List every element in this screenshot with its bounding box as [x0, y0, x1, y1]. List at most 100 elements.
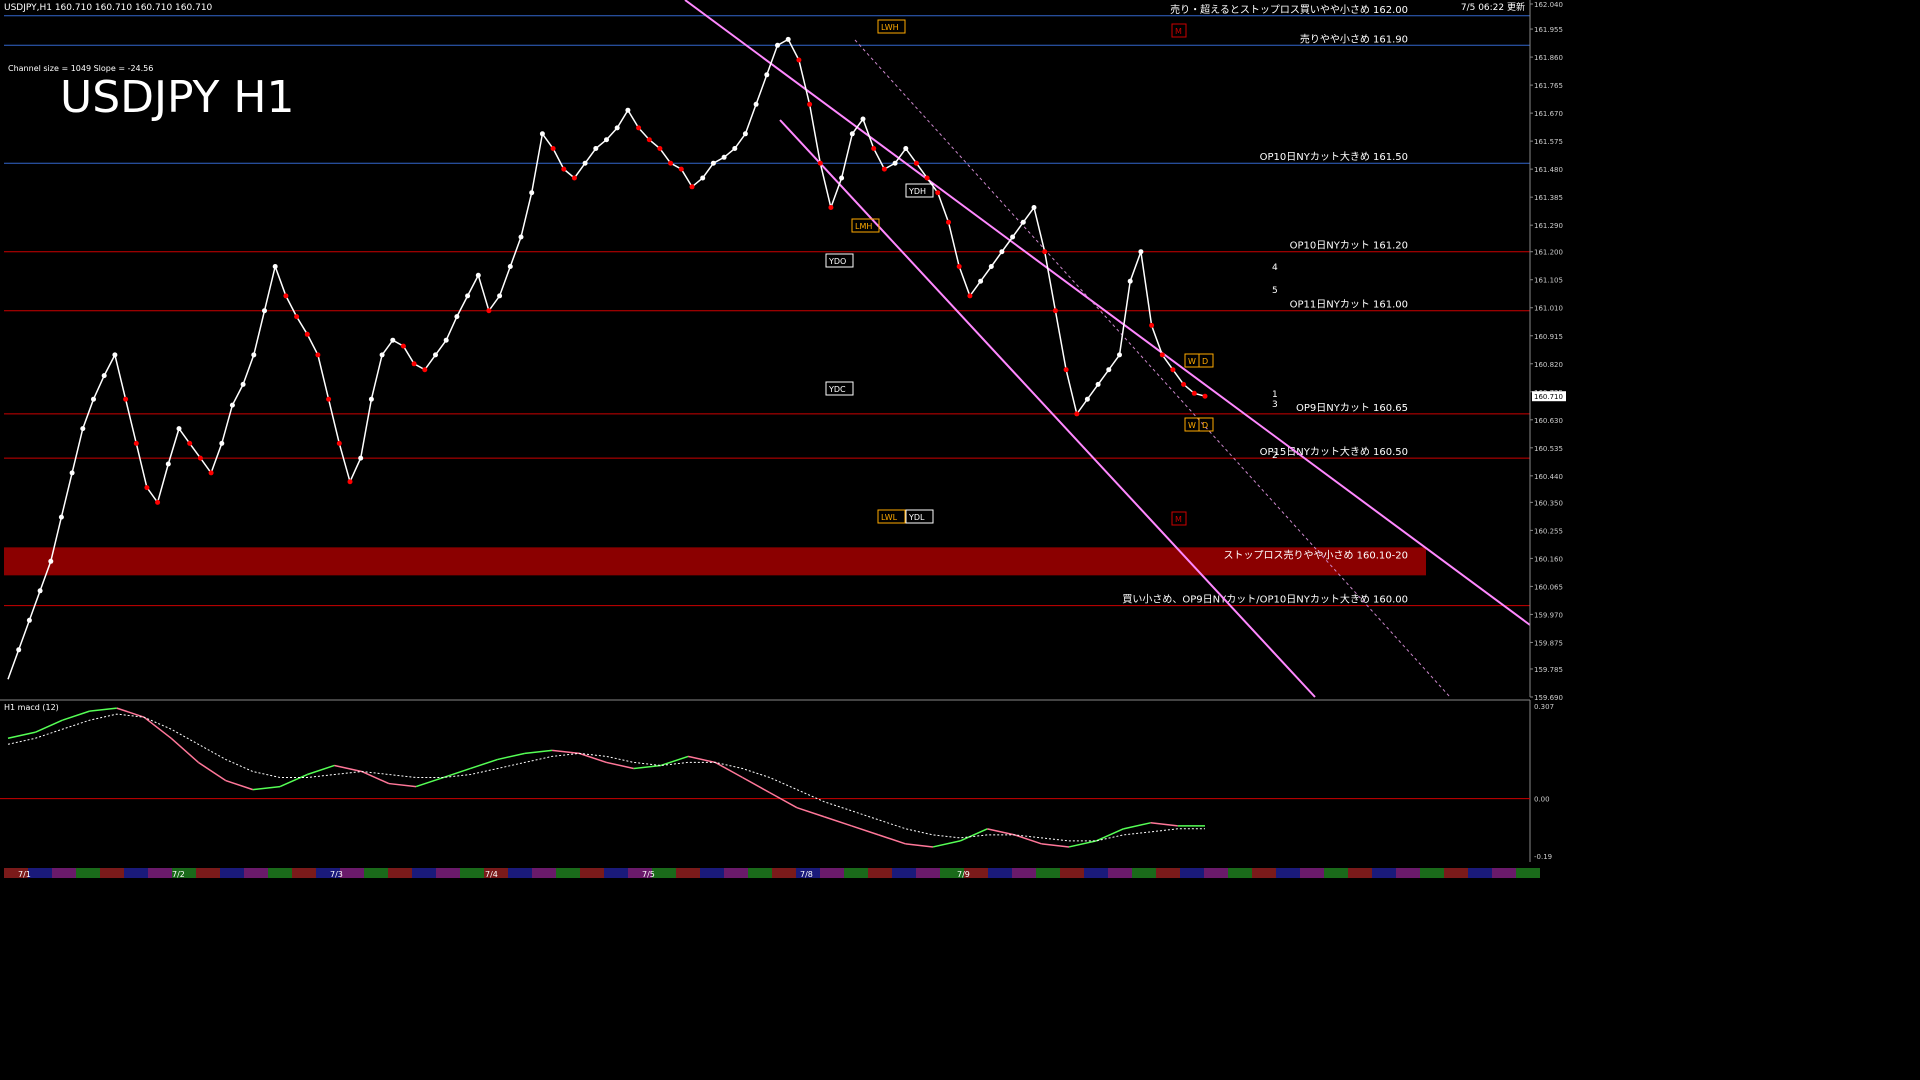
- macd-segment: [1123, 822, 1151, 830]
- price-point: [294, 314, 300, 320]
- price-point: [454, 314, 460, 320]
- date-label: 7/3: [330, 870, 343, 879]
- session-bar: [1324, 868, 1348, 878]
- price-level-label: 売りやや小さめ 161.90: [1300, 32, 1408, 45]
- price-point: [16, 647, 22, 653]
- session-bar: [364, 868, 388, 878]
- level-marker-label: M: [1175, 27, 1182, 36]
- price-point: [91, 396, 96, 402]
- channel-upper: [684, 0, 1531, 626]
- macd-segment: [878, 834, 906, 845]
- session-bar: [772, 868, 796, 878]
- macd-segment: [1068, 840, 1097, 848]
- price-point: [614, 125, 620, 131]
- price-tick-label: 161.290: [1534, 222, 1563, 230]
- macd-tick-label: 0.307: [1534, 703, 1554, 711]
- time-axis: 7/1 7/2 7/3 7/4 7/5 7/8 7/9: [4, 868, 1540, 879]
- session-bar: [76, 868, 100, 878]
- price-tick-label: 161.765: [1534, 82, 1563, 90]
- price-point: [860, 116, 866, 122]
- price-point: [529, 190, 535, 196]
- session-bar: [676, 868, 700, 878]
- price-point: [187, 440, 193, 446]
- macd-segment: [687, 755, 716, 764]
- date-label: 7/2: [172, 870, 185, 879]
- macd-tick-label: -0.19: [1534, 853, 1552, 861]
- stop-loss-zone: [4, 547, 1426, 576]
- price-tick-label: 160.065: [1534, 583, 1563, 591]
- price-point: [689, 184, 695, 190]
- price-point: [443, 337, 449, 343]
- projection-label: 3: [1272, 400, 1278, 410]
- macd-segment: [497, 752, 526, 761]
- price-point: [550, 146, 556, 151]
- level-marker-label: LMH: [855, 222, 872, 231]
- price-point: [69, 470, 75, 476]
- macd-pane: H1 macd (12) 0.307 0.00 -0.19: [0, 699, 1554, 862]
- price-level-label: OP15日NYカット大きめ 160.50: [1260, 445, 1408, 458]
- session-bar: [988, 868, 1012, 878]
- price-tick-label: 161.480: [1534, 166, 1563, 174]
- macd-segment: [1150, 822, 1178, 827]
- price-point: [604, 137, 609, 143]
- price-point: [358, 455, 364, 461]
- session-bar: [268, 868, 292, 878]
- level-marker-label: D: [1202, 421, 1208, 430]
- price-point: [1202, 393, 1208, 399]
- session-bar: [580, 868, 604, 878]
- price-point: [1117, 352, 1122, 358]
- price-point: [347, 479, 353, 485]
- macd-segment: [279, 773, 308, 788]
- window-title: USDJPY,H1 160.710 160.710 160.710 160.71…: [4, 3, 213, 13]
- price-point: [1020, 219, 1026, 225]
- macd-segment: [198, 761, 227, 782]
- projection-label: 4: [1272, 263, 1278, 273]
- session-bar: [1012, 868, 1036, 878]
- macd-segment: [959, 828, 988, 842]
- session-bar: [1468, 868, 1492, 878]
- macd-segment: [307, 764, 335, 776]
- price-point: [1010, 234, 1016, 240]
- price-tick-label: 160.630: [1534, 417, 1563, 425]
- price-point: [924, 175, 930, 181]
- price-tick-label: 160.440: [1534, 473, 1563, 481]
- macd-segment: [633, 764, 661, 770]
- price-point: [764, 72, 770, 78]
- session-bar: [1276, 868, 1300, 878]
- date-label: 7/9: [957, 870, 970, 879]
- macd-segment: [823, 816, 852, 827]
- price-point: [625, 107, 631, 113]
- price-point: [262, 308, 267, 314]
- symbol-label: USDJPY H1: [60, 72, 295, 123]
- price-point: [807, 101, 813, 107]
- price-point: [1149, 322, 1155, 328]
- projection-label: 1: [1272, 390, 1278, 400]
- price-level-label: OP10日NYカット大きめ 161.50: [1260, 150, 1408, 163]
- price-point: [58, 514, 64, 520]
- session-bar: [292, 868, 316, 878]
- price-series-line: [7, 38, 1206, 680]
- price-point: [1138, 249, 1144, 255]
- date-label: 7/8: [800, 870, 813, 879]
- price-point: [1031, 205, 1037, 210]
- price-point: [165, 461, 171, 467]
- price-point: [646, 137, 652, 143]
- price-level-label: OP10日NYカット 161.20: [1290, 240, 1408, 252]
- price-tick-label: 161.385: [1534, 194, 1563, 202]
- session-bar: [220, 868, 244, 878]
- price-point: [251, 352, 257, 358]
- macd-segment: [1041, 843, 1070, 848]
- macd-segment: [470, 758, 498, 770]
- price-point: [828, 205, 834, 210]
- price-point: [390, 337, 396, 343]
- price-point: [785, 36, 791, 42]
- price-point: [988, 264, 994, 269]
- price-point: [593, 146, 599, 151]
- session-bar: [652, 868, 676, 878]
- price-chart: 売り・超えるとストップロス買いやや小さめ 162.00 売りやや小さめ 161.9…: [0, 0, 1566, 879]
- price-point: [1042, 249, 1048, 255]
- session-bar: [1396, 868, 1420, 878]
- level-marker-label: M: [1175, 515, 1182, 524]
- price-point: [315, 352, 321, 358]
- session-bar: [1132, 868, 1156, 878]
